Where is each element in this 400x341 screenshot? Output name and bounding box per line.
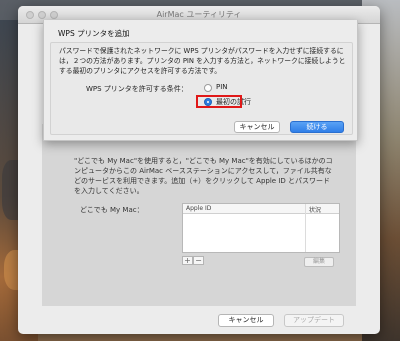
apple-id-table[interactable]: Apple ID 状況 [182, 203, 340, 253]
radio-pin-label[interactable]: PIN [216, 83, 228, 91]
add-button[interactable]: + [182, 256, 193, 265]
table-header: Apple ID 状況 [183, 204, 339, 214]
radio-pin[interactable] [204, 84, 212, 92]
remove-button[interactable]: − [193, 256, 204, 265]
condition-label: WPS プリンタを許可する条件： [86, 85, 188, 93]
column-header-apple-id[interactable]: Apple ID [186, 205, 211, 212]
cancel-button[interactable]: キャンセル [218, 314, 274, 327]
mymac-label: どこでも My Mac： [80, 206, 144, 214]
add-wps-printer-sheet: WPS プリンタを追加 パスワードで保護されたネットワークに WPS プリンタが… [43, 20, 358, 141]
edit-button[interactable]: 編集 [304, 257, 334, 267]
highlight-box [196, 95, 242, 108]
sheet-description: パスワードで保護されたネットワークに WPS プリンタがパスワードを入力せずに接… [59, 47, 346, 75]
continue-button[interactable]: 続ける [290, 121, 344, 133]
sheet-title: WPS プリンタを追加 [58, 29, 130, 38]
update-button[interactable]: アップデート [284, 314, 344, 327]
column-divider [305, 204, 306, 252]
sheet-cancel-button[interactable]: キャンセル [234, 121, 280, 133]
column-header-status[interactable]: 状況 [309, 205, 321, 214]
mymac-description: "どこでも My Mac"を使用すると，"どこでも My Mac"を有効にしてい… [74, 157, 333, 195]
window-title: AirMac ユーティリティ [156, 10, 242, 19]
